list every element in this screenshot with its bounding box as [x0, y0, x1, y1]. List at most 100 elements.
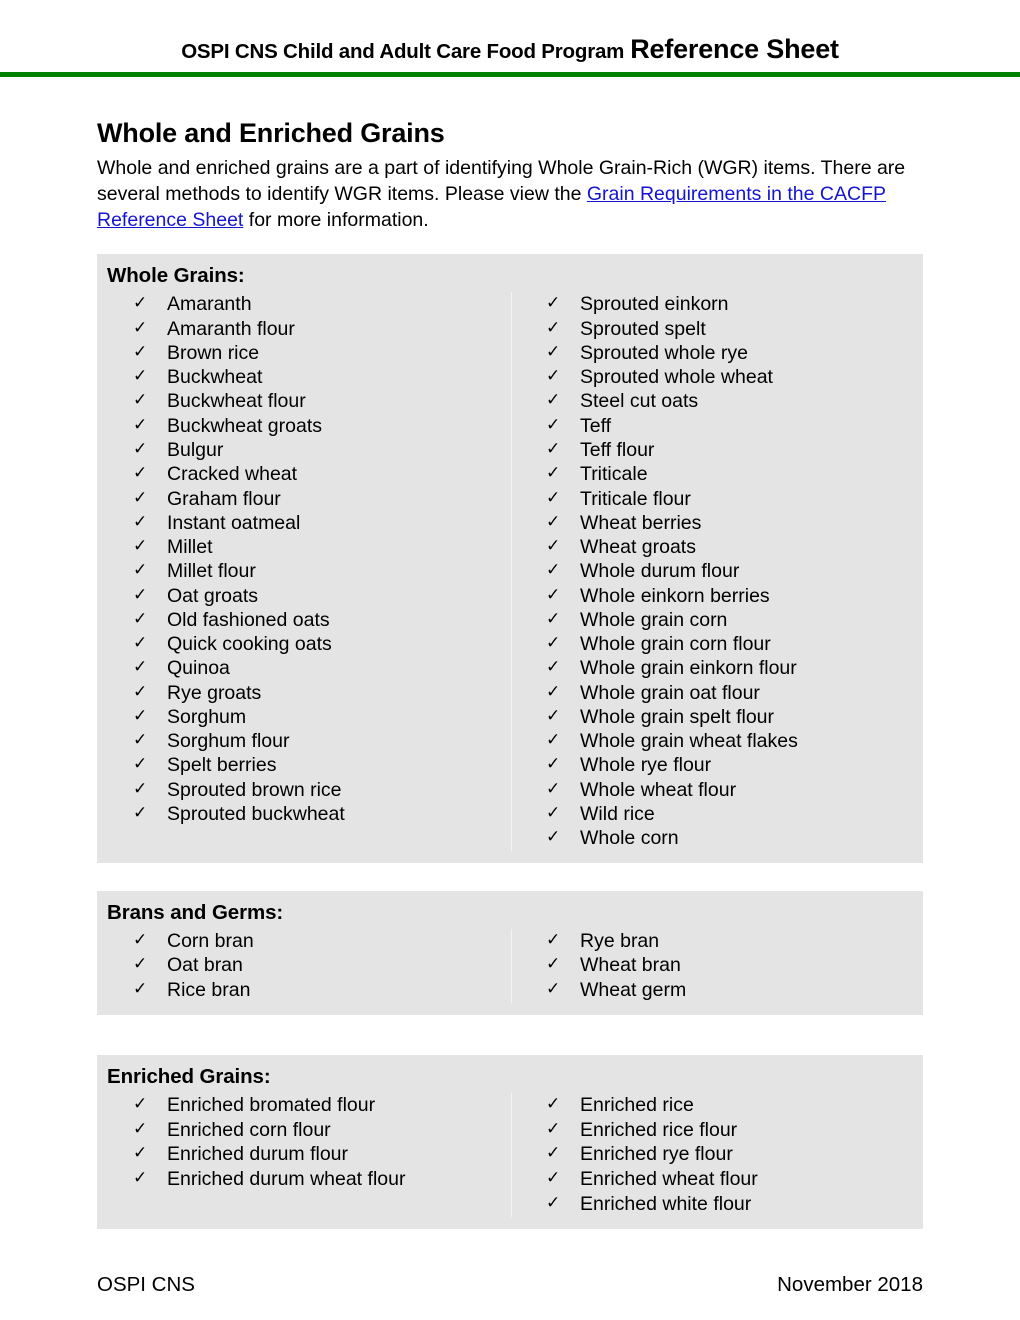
check-icon: ✓ [546, 827, 561, 847]
list-item-label: Sprouted whole rye [580, 341, 749, 364]
list-item: ✓ Sprouted einkorn [546, 292, 923, 316]
list-item: ✓ Amaranth flour [133, 317, 510, 341]
list-item-label: Buckwheat groats [167, 414, 323, 437]
list-item-label: Quinoa [167, 657, 230, 680]
list-item: ✓ Whole grain corn flour [546, 632, 923, 656]
check-icon: ✓ [546, 657, 561, 677]
list-item-label: Sorghum [167, 705, 247, 728]
enriched-right-column: ✓ Enriched rice ✓ Enriched rice flour ✓ Enr… [510, 1093, 923, 1217]
check-icon: ✓ [546, 293, 561, 313]
check-icon: ✓ [133, 414, 148, 434]
list-item: ✓ Whole grain einkorn flour [546, 656, 923, 680]
list-item: ✓ Whole grain spelt flour [546, 705, 923, 729]
list-item-label: Sprouted whole wheat [580, 366, 773, 389]
brans-right-list: ✓ Rye bran ✓ Wheat bran ✓ Wheat germ [510, 929, 923, 1003]
list-item: ✓ Whole grain oat flour [546, 681, 923, 705]
list-item-label: Rice bran [167, 979, 251, 1002]
list-item-label: Brown rice [167, 341, 260, 364]
check-icon: ✓ [133, 463, 148, 483]
list-item-label: Enriched rye flour [580, 1143, 733, 1166]
check-icon: ✓ [133, 954, 148, 974]
section-title-whole-grains: Whole Grains: [107, 264, 245, 288]
check-icon: ✓ [546, 705, 561, 725]
list-item-label: Sprouted einkorn [580, 293, 729, 316]
list-item-label: Enriched white flour [580, 1192, 752, 1215]
list-item: ✓ Enriched rye flour [546, 1142, 923, 1167]
list-item: ✓ Enriched corn flour [133, 1118, 510, 1143]
check-icon: ✓ [546, 633, 561, 653]
list-item: ✓ Sprouted whole wheat [546, 365, 923, 389]
enriched-left-column: ✓ Enriched bromated flour ✓ Enriched corn … [97, 1093, 510, 1217]
list-item-label: Millet flour [167, 560, 256, 583]
brans-columns: ✓ Corn bran ✓ Oat bran ✓ Rice bran ✓ Rye bra… [97, 928, 923, 1004]
check-icon: ✓ [546, 1143, 561, 1163]
list-item-label: Cracked wheat [167, 463, 298, 486]
check-icon: ✓ [546, 778, 561, 798]
list-item: ✓ Enriched white flour [546, 1192, 923, 1217]
list-item: ✓ Quinoa [133, 656, 510, 680]
enriched-columns: ✓ Enriched bromated flour ✓ Enriched corn … [97, 1092, 923, 1217]
list-item-label: Whole durum flour [580, 560, 740, 583]
check-icon: ✓ [133, 778, 148, 798]
list-item: ✓ Buckwheat flour [133, 389, 510, 413]
check-icon: ✓ [546, 487, 561, 507]
list-item-label: Corn bran [167, 929, 254, 952]
list-item: ✓ Graham flour [133, 487, 510, 511]
list-item: ✓ Sorghum [133, 705, 510, 729]
list-item-label: Sprouted buckwheat [167, 803, 345, 825]
check-icon: ✓ [133, 633, 148, 653]
list-item: ✓ Triticale [546, 462, 923, 486]
list-item: ✓ Brown rice [133, 341, 510, 365]
list-item-label: Enriched rice flour [580, 1118, 738, 1141]
check-icon: ✓ [133, 293, 148, 313]
check-icon: ✓ [546, 1168, 561, 1188]
list-item: ✓ Enriched rice flour [546, 1118, 923, 1143]
check-icon: ✓ [133, 929, 148, 949]
check-icon: ✓ [546, 803, 561, 822]
list-item: ✓ Whole rye flour [546, 753, 923, 777]
check-icon: ✓ [133, 390, 148, 410]
check-icon: ✓ [133, 317, 148, 337]
list-item: ✓ Bulgur [133, 438, 510, 462]
list-item: ✓ Buckwheat [133, 365, 510, 389]
list-item-label: Old fashioned oats [167, 608, 330, 631]
check-icon: ✓ [546, 463, 561, 483]
check-icon: ✓ [133, 1093, 148, 1113]
header-title-line: OSPI CNS Child and Adult Care Food Progr… [181, 36, 839, 63]
list-item-label: Triticale flour [580, 487, 691, 510]
page-header: OSPI CNS Child and Adult Care Food Progr… [0, 0, 1020, 63]
list-item: ✓ Oat groats [133, 584, 510, 608]
list-item: ✓ Millet flour [133, 559, 510, 583]
whole-grains-left-column: ✓ Amaranth ✓ Amaranth flour ✓ Brown rice ✓ B… [97, 292, 510, 850]
list-item: ✓ Sprouted buckwheat [133, 802, 510, 826]
check-icon: ✓ [546, 341, 561, 361]
check-icon: ✓ [133, 439, 148, 459]
program-title: OSPI CNS Child and Adult Care Food Progr… [181, 40, 625, 63]
list-item: ✓ Instant oatmeal [133, 511, 510, 535]
check-icon: ✓ [133, 754, 148, 774]
check-icon: ✓ [133, 1143, 148, 1163]
list-item-label: Wheat berries [580, 511, 702, 534]
list-item: ✓ Teff [546, 414, 923, 438]
list-item-label: Enriched wheat flour [580, 1168, 758, 1191]
list-item-label: Instant oatmeal [167, 511, 301, 534]
list-item-label: Graham flour [167, 487, 281, 510]
list-item: ✓ Cracked wheat [133, 462, 510, 486]
list-item-label: Spelt berries [167, 754, 277, 777]
list-item-label: Whole grain einkorn flour [580, 657, 797, 680]
check-icon: ✓ [546, 317, 561, 337]
sheet-label: Reference Sheet [630, 34, 839, 64]
list-item: ✓ Rye groats [133, 681, 510, 705]
whole-grains-right-list: ✓ Sprouted einkorn ✓ Sprouted spelt ✓ Sprou… [510, 292, 923, 850]
list-item: ✓ Triticale flour [546, 487, 923, 511]
list-item: ✓ Amaranth [133, 292, 510, 316]
list-item-label: Wheat bran [580, 954, 681, 977]
list-item-label: Oat groats [167, 584, 259, 607]
check-icon: ✓ [133, 608, 148, 628]
check-icon: ✓ [133, 730, 148, 750]
check-icon: ✓ [546, 929, 561, 949]
list-item: ✓ Sprouted whole rye [546, 341, 923, 365]
whole-grains-columns: ✓ Amaranth ✓ Amaranth flour ✓ Brown rice ✓ B… [97, 292, 923, 851]
list-item: ✓ Whole einkorn berries [546, 584, 923, 608]
intro-text-part2: for more information. [243, 209, 429, 232]
